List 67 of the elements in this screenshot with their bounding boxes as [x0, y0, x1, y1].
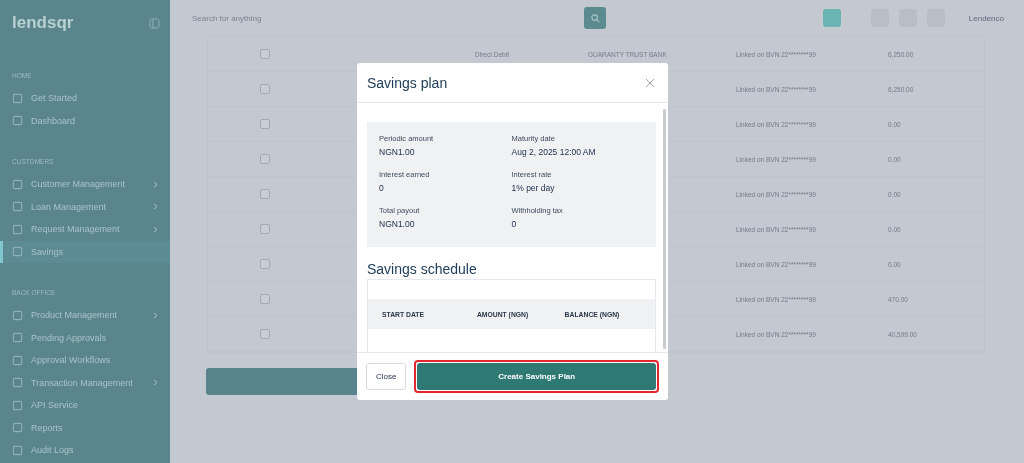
nav-label: Loan Management [31, 201, 107, 212]
row-checkbox[interactable] [260, 119, 270, 129]
row-checkbox[interactable] [260, 294, 270, 304]
row-checkbox[interactable] [260, 329, 270, 339]
nav-label: Get Started [31, 93, 78, 104]
nav-icon [12, 178, 23, 190]
search-icon [590, 13, 600, 23]
close-icon[interactable] [644, 76, 656, 89]
nav-item[interactable]: Request Management [0, 218, 170, 241]
add-button[interactable] [822, 9, 841, 27]
field-value: NGN1.00 [379, 147, 416, 157]
nav-icon [12, 201, 23, 213]
nav-label: Reports [31, 422, 63, 433]
row-checkbox[interactable] [260, 84, 270, 94]
close-button[interactable]: Close [366, 363, 407, 390]
nav-label: Request Management [31, 224, 120, 235]
nav-item[interactable]: Product Management [0, 304, 170, 327]
row-checkbox[interactable] [260, 49, 270, 59]
field-value: 0 [511, 219, 518, 229]
nav-item[interactable]: Get Started [0, 87, 170, 110]
nav-item[interactable]: Dashboard [0, 109, 170, 132]
nav-icon [12, 444, 23, 456]
nav-icon [12, 246, 23, 258]
nav-icon [12, 354, 23, 366]
nav-icon [12, 399, 23, 411]
nav-icon [12, 332, 23, 344]
field-value: Aug 2, 2025 12:00 AM [511, 147, 597, 157]
nav-icon [12, 422, 23, 434]
nav-item[interactable]: Reports [0, 416, 170, 439]
nav-label: Audit Logs [31, 445, 74, 456]
nav-icon [12, 115, 23, 127]
row-checkbox[interactable] [260, 259, 270, 269]
nav-icon [12, 309, 23, 321]
brand-logo: lendsqr [12, 13, 74, 33]
field-value: 0 [379, 183, 385, 193]
row-checkbox[interactable] [260, 224, 270, 234]
nav-icon [12, 377, 23, 389]
field-value: 1% per day [511, 183, 556, 193]
nav-label: Transaction Management [31, 377, 133, 388]
nav-item[interactable]: API Service [0, 394, 170, 417]
row-checkbox[interactable] [260, 154, 270, 164]
nav-label: Dashboard [31, 115, 76, 126]
nav-item[interactable]: Transaction Management [0, 371, 170, 394]
collapse-icon[interactable] [149, 17, 160, 29]
create-button[interactable]: Create Savings Plan [417, 363, 656, 390]
nav-label: Approval Workflows [31, 355, 111, 366]
nav-icon [12, 92, 23, 104]
nav-icon [12, 223, 23, 235]
nav-item[interactable]: Approval Workflows [0, 349, 170, 372]
field-value: NGN1.00 [379, 219, 416, 229]
nav-item[interactable]: Audit Logs [0, 439, 170, 462]
nav-label: Pending Approvals [31, 332, 107, 343]
nav-label: Product Management [31, 310, 118, 321]
nav-label: Savings [31, 246, 64, 257]
search-button[interactable] [584, 7, 606, 29]
nav-item[interactable]: Pending Approvals [0, 326, 170, 349]
user-name[interactable]: Lendenco [968, 13, 1004, 23]
search-field[interactable]: Search for anything [190, 6, 574, 30]
nav-label: API Service [31, 400, 79, 411]
nav-label: Customer Management [31, 179, 126, 190]
nav-item[interactable]: Customer Management [0, 173, 170, 196]
dialog-title: Savings plan [367, 74, 448, 91]
nav-item[interactable]: Savings [0, 240, 170, 263]
scrollbar[interactable] [663, 109, 666, 349]
nav-item[interactable]: Loan Management [0, 195, 170, 218]
section-title: Savings schedule [367, 261, 478, 277]
row-checkbox[interactable] [260, 189, 270, 199]
